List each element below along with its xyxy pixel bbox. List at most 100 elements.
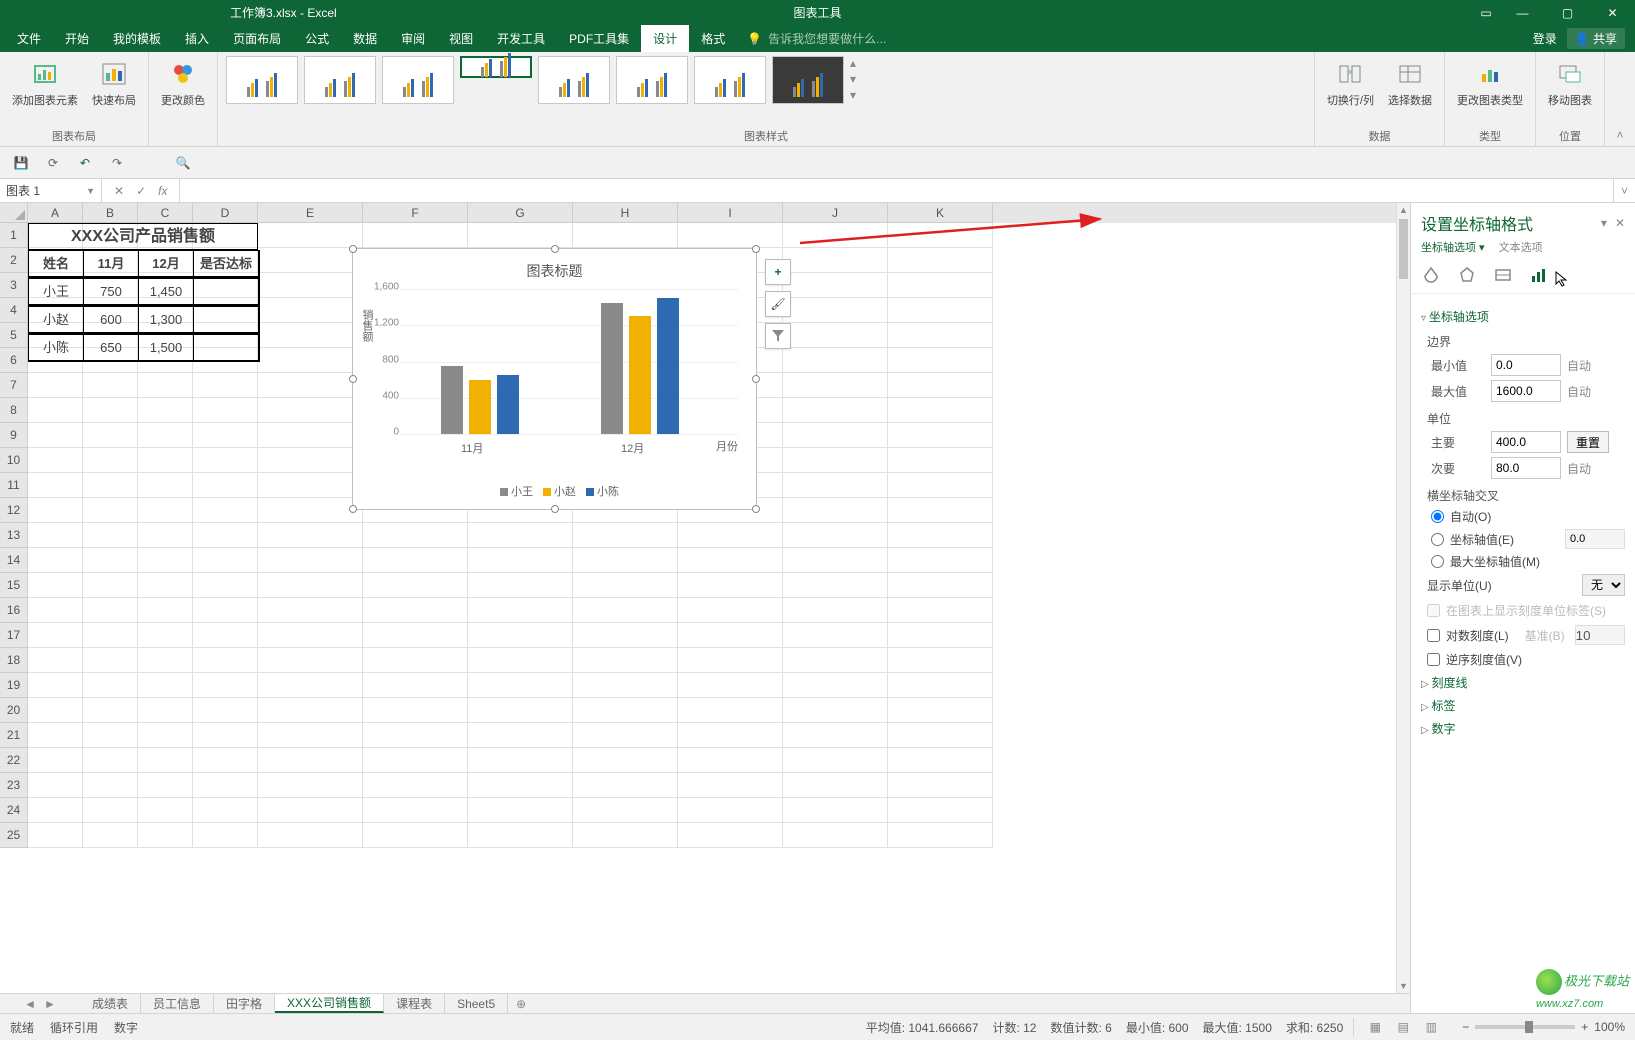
cell[interactable]	[258, 473, 363, 498]
cell[interactable]	[193, 423, 258, 448]
cell[interactable]	[193, 373, 258, 398]
cell[interactable]	[83, 798, 138, 823]
fx-icon[interactable]: fx	[158, 184, 167, 198]
cell[interactable]	[28, 623, 83, 648]
cell[interactable]	[28, 773, 83, 798]
cross-max-radio[interactable]	[1431, 555, 1444, 568]
table-header[interactable]: 12月	[139, 251, 194, 277]
cell[interactable]	[193, 548, 258, 573]
column-header[interactable]: J	[783, 203, 888, 223]
cell[interactable]	[258, 623, 363, 648]
column-header[interactable]: B	[83, 203, 138, 223]
cell[interactable]	[783, 623, 888, 648]
table-cell[interactable]: 小陈	[29, 335, 84, 361]
cell[interactable]	[468, 548, 573, 573]
row-header[interactable]: 1	[0, 223, 28, 248]
section-tick-marks[interactable]: 刻度线	[1421, 674, 1625, 691]
minimize-button[interactable]: —	[1500, 0, 1545, 25]
tab-审阅[interactable]: 审阅	[389, 25, 437, 52]
cell[interactable]	[138, 698, 193, 723]
embedded-chart[interactable]: + 🖌 图表标题 销售额 04008001,2001,600 月份 小王小赵小陈…	[352, 248, 757, 510]
cell[interactable]	[888, 598, 993, 623]
vertical-scrollbar[interactable]: ▲ ▼	[1396, 203, 1410, 993]
cell[interactable]	[573, 723, 678, 748]
axis-min-input[interactable]	[1491, 354, 1561, 376]
column-header[interactable]: C	[138, 203, 193, 223]
cell[interactable]	[28, 598, 83, 623]
row-header[interactable]: 7	[0, 373, 28, 398]
column-header[interactable]: H	[573, 203, 678, 223]
log-scale-checkbox[interactable]	[1427, 629, 1440, 642]
cell[interactable]	[573, 648, 678, 673]
cell[interactable]	[258, 423, 363, 448]
cell[interactable]	[678, 748, 783, 773]
fill-line-icon[interactable]	[1421, 265, 1441, 285]
chart-style-6[interactable]	[616, 56, 688, 104]
minor-unit-input[interactable]	[1491, 457, 1561, 479]
cell[interactable]	[138, 623, 193, 648]
cell[interactable]	[258, 248, 363, 273]
cell[interactable]	[888, 273, 993, 298]
cell[interactable]	[888, 223, 993, 248]
cell[interactable]	[468, 598, 573, 623]
tab-文件[interactable]: 文件	[5, 25, 53, 52]
cell[interactable]	[468, 623, 573, 648]
cell[interactable]	[363, 798, 468, 823]
save-icon[interactable]: 💾	[12, 154, 30, 172]
cell[interactable]	[573, 823, 678, 848]
row-header[interactable]: 24	[0, 798, 28, 823]
tab-设计[interactable]: 设计	[641, 25, 689, 52]
cell[interactable]	[783, 423, 888, 448]
cell[interactable]	[888, 648, 993, 673]
cell[interactable]	[888, 448, 993, 473]
cell[interactable]	[783, 798, 888, 823]
cell[interactable]	[888, 548, 993, 573]
chart-styles-more[interactable]: ▴▾▾	[850, 56, 866, 102]
cell[interactable]	[193, 598, 258, 623]
change-chart-type-button[interactable]: 更改图表类型	[1453, 56, 1527, 110]
cell[interactable]	[28, 798, 83, 823]
cell[interactable]	[193, 723, 258, 748]
change-colors-button[interactable]: 更改颜色	[157, 56, 209, 110]
cell[interactable]	[193, 798, 258, 823]
row-header[interactable]: 9	[0, 423, 28, 448]
cell[interactable]	[888, 398, 993, 423]
cell[interactable]	[193, 573, 258, 598]
cancel-formula-icon[interactable]: ✕	[114, 184, 124, 198]
cell[interactable]	[888, 673, 993, 698]
column-header[interactable]: K	[888, 203, 993, 223]
formula-input[interactable]	[180, 179, 1613, 202]
cell[interactable]	[258, 223, 363, 248]
axis-options-icon[interactable]	[1529, 265, 1549, 285]
cell[interactable]	[83, 773, 138, 798]
column-header[interactable]: F	[363, 203, 468, 223]
row-header[interactable]: 23	[0, 773, 28, 798]
cell[interactable]	[193, 748, 258, 773]
table-cell[interactable]: 750	[84, 279, 139, 305]
cell[interactable]	[258, 348, 363, 373]
cell[interactable]	[28, 823, 83, 848]
row-header[interactable]: 5	[0, 323, 28, 348]
cell[interactable]	[363, 773, 468, 798]
zoom-in-button[interactable]: +	[1581, 1020, 1588, 1034]
table-cell[interactable]	[194, 307, 259, 333]
zoom-level[interactable]: 100%	[1594, 1020, 1625, 1034]
column-header[interactable]: E	[258, 203, 363, 223]
cross-auto-radio[interactable]	[1431, 510, 1444, 523]
chart-title[interactable]: 图表标题	[353, 249, 756, 281]
cell[interactable]	[783, 723, 888, 748]
row-header[interactable]: 17	[0, 623, 28, 648]
cell[interactable]	[28, 748, 83, 773]
column-header[interactable]: A	[28, 203, 83, 223]
cross-value-radio[interactable]	[1431, 533, 1444, 546]
cell[interactable]	[363, 823, 468, 848]
cell[interactable]	[363, 523, 468, 548]
sheet-tab[interactable]: 成绩表	[80, 994, 141, 1013]
cell[interactable]	[783, 373, 888, 398]
cell[interactable]	[83, 673, 138, 698]
cell[interactable]	[888, 473, 993, 498]
size-properties-icon[interactable]	[1493, 265, 1513, 285]
cell[interactable]	[678, 723, 783, 748]
cell[interactable]	[783, 323, 888, 348]
cell[interactable]	[783, 773, 888, 798]
